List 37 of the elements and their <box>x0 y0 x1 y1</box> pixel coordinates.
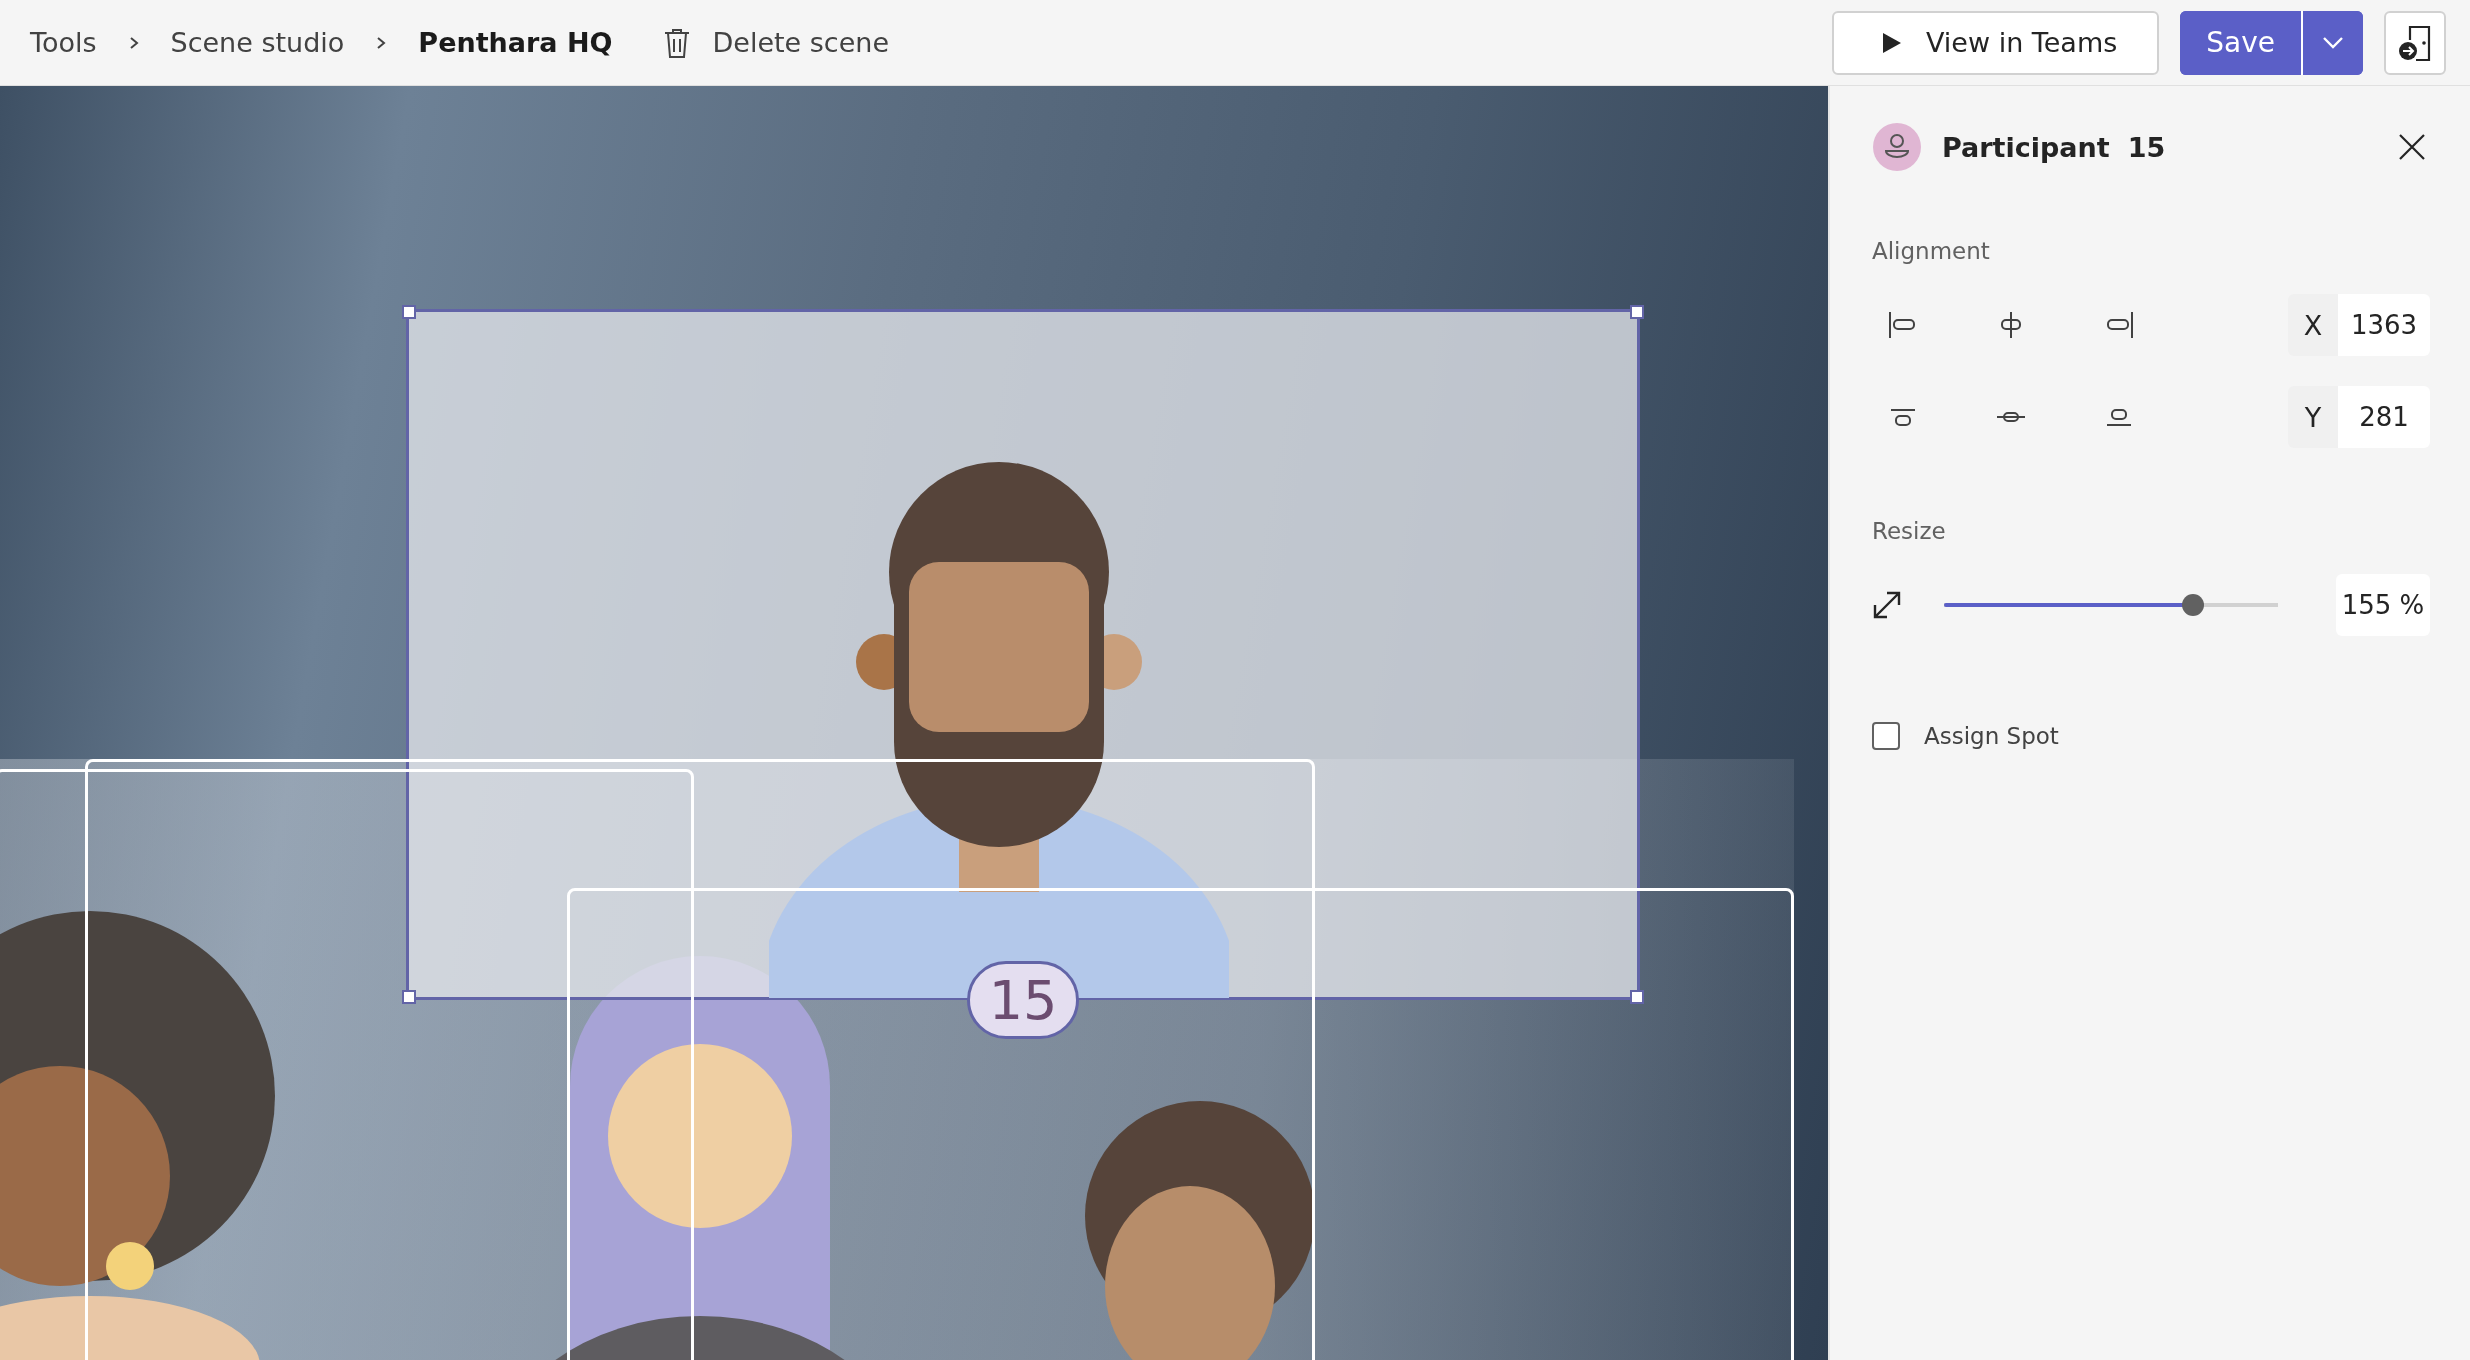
resize-value: 155 % <box>2336 574 2430 636</box>
play-icon <box>1882 31 1902 54</box>
panel-title: Participant <box>1942 131 2110 163</box>
x-input[interactable]: 1363 <box>2338 294 2430 356</box>
slider-thumb[interactable] <box>2181 594 2204 616</box>
breadcrumb-link[interactable]: Tools <box>30 27 97 58</box>
delete-scene-button[interactable]: Delete scene <box>656 20 896 65</box>
y-label: Y <box>2288 386 2338 448</box>
participant-number-badge: 15 <box>967 961 1079 1039</box>
x-label: X <box>2288 294 2338 356</box>
align-icon <box>2106 408 2132 426</box>
breadcrumb-link[interactable]: Scene studio <box>170 27 345 58</box>
chevron-down-icon <box>2322 35 2344 50</box>
resize-handle[interactable] <box>402 305 416 319</box>
trash-icon <box>662 26 691 59</box>
align-icon <box>1996 412 2026 422</box>
resize-handle[interactable] <box>402 990 416 1004</box>
y-input[interactable]: 281 <box>2338 386 2430 448</box>
participant-frame[interactable] <box>0 769 694 1360</box>
assign-spot-checkbox[interactable] <box>1872 722 1900 750</box>
door-arrow-icon <box>2398 23 2432 62</box>
participant-number: 15 <box>2127 131 2166 163</box>
person-avatar-icon <box>1872 122 1922 172</box>
resize-icon <box>1872 590 1902 620</box>
resize-handle[interactable] <box>1630 990 1644 1004</box>
resize-handle[interactable] <box>1630 305 1644 319</box>
align-icon <box>1888 311 1918 339</box>
checkbox-label: Assign Spot <box>1924 723 2059 749</box>
section-label: Alignment <box>1872 238 1991 264</box>
current-breadcrumb: Penthara HQ <box>418 27 613 58</box>
close-icon <box>2398 133 2426 161</box>
exit-button[interactable] <box>2384 10 2446 75</box>
align-icon <box>2104 311 2134 339</box>
view-in-teams-button[interactable]: View in Teams <box>1832 10 2160 75</box>
section-label: Resize <box>1872 518 1947 544</box>
save-options-button[interactable] <box>2301 10 2363 75</box>
align-icon <box>1890 408 1916 426</box>
